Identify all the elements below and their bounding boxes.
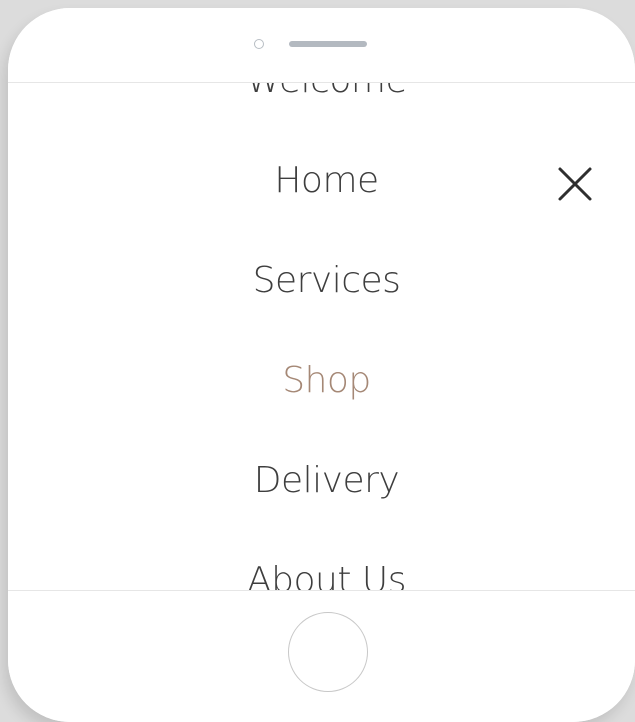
menu-item-welcome[interactable]: Welcome [8,83,635,105]
home-button[interactable] [288,612,368,692]
phone-frame: Welcome Home Services Shop Delivery Abou… [8,8,635,722]
close-icon [558,167,592,201]
menu-item-home[interactable]: Home [8,157,635,205]
camera-icon [254,39,264,49]
phone-top-bezel [8,8,635,83]
menu-item-shop[interactable]: Shop [8,357,635,405]
speaker-grille [289,41,367,47]
close-menu-button[interactable] [557,166,593,202]
menu-item-about-us[interactable]: About Us [8,557,635,590]
menu-item-services[interactable]: Services [8,257,635,305]
menu-item-delivery[interactable]: Delivery [8,457,635,505]
phone-screen: Welcome Home Services Shop Delivery Abou… [8,83,635,590]
phone-bottom-bezel [8,590,635,722]
